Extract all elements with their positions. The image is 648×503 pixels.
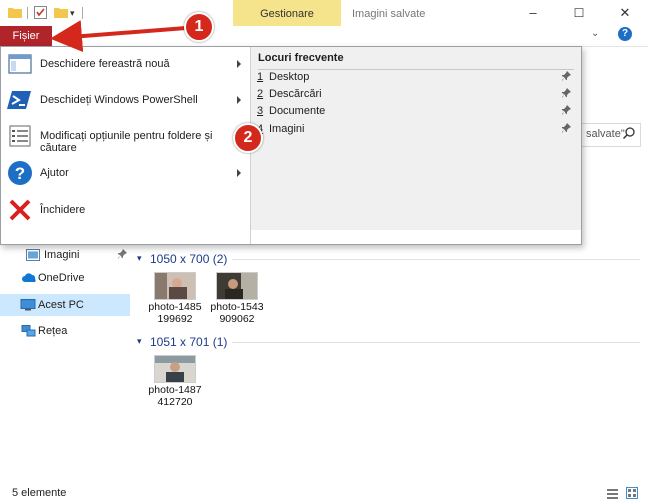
callout-badge-1: 1 xyxy=(184,12,214,42)
annotation-arrow xyxy=(50,20,187,53)
callout-badge-2: 2 xyxy=(233,123,263,153)
